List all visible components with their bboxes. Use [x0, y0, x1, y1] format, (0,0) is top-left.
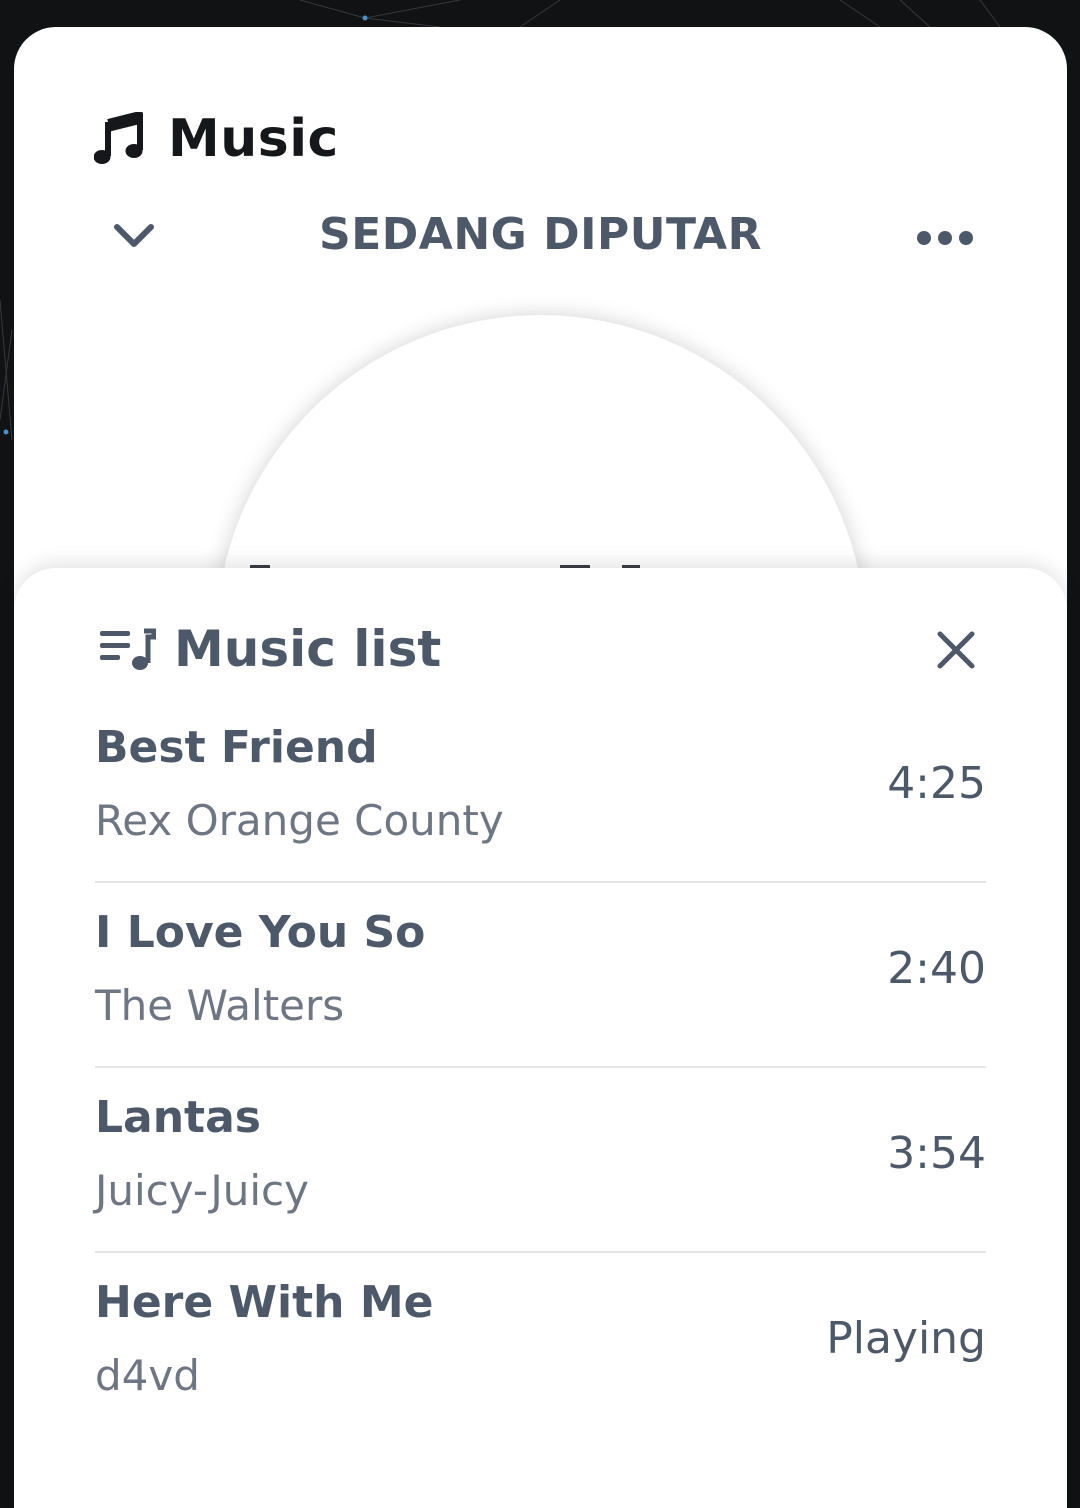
track-title: Here With Me: [95, 1277, 434, 1328]
track-item[interactable]: I Love You So The Walters 2:40: [95, 883, 986, 1068]
track-duration: 3:54: [887, 1128, 986, 1179]
now-playing-title: SEDANG DIPUTAR: [319, 209, 762, 260]
track-item-now-playing[interactable]: Here With Me d4vd Playing: [95, 1253, 986, 1438]
track-item[interactable]: Best Friend Rex Orange County 4:25: [95, 698, 986, 883]
track-duration: 2:40: [887, 943, 986, 994]
track-item[interactable]: Lantas Juicy-Juicy 3:54: [95, 1068, 986, 1253]
track-artist: d4vd: [95, 1351, 200, 1400]
track-duration: 4:25: [887, 758, 986, 809]
track-artist: Rex Orange County: [95, 796, 504, 845]
track-title: I Love You So: [95, 907, 426, 958]
track-list: Best Friend Rex Orange County 4:25 I Lov…: [95, 698, 986, 1438]
music-list-sheet: Music list Best Friend Rex Orange County…: [14, 568, 1067, 1508]
track-status-playing: Playing: [826, 1313, 986, 1364]
track-artist: Juicy-Juicy: [95, 1166, 309, 1215]
now-playing-bar: SEDANG DIPUTAR: [14, 205, 1067, 265]
track-artist: The Walters: [95, 981, 345, 1030]
more-horizontal-icon[interactable]: [916, 229, 974, 247]
music-list-header: Music list: [100, 618, 441, 680]
music-list-title: Music list: [174, 620, 442, 678]
close-icon[interactable]: [936, 630, 976, 670]
music-note-icon: [94, 112, 143, 164]
app-header: Music: [94, 109, 339, 169]
track-title: Lantas: [95, 1092, 261, 1143]
queue-music-icon: [100, 628, 156, 670]
app-title: Music: [168, 109, 339, 169]
track-title: Best Friend: [95, 722, 378, 773]
